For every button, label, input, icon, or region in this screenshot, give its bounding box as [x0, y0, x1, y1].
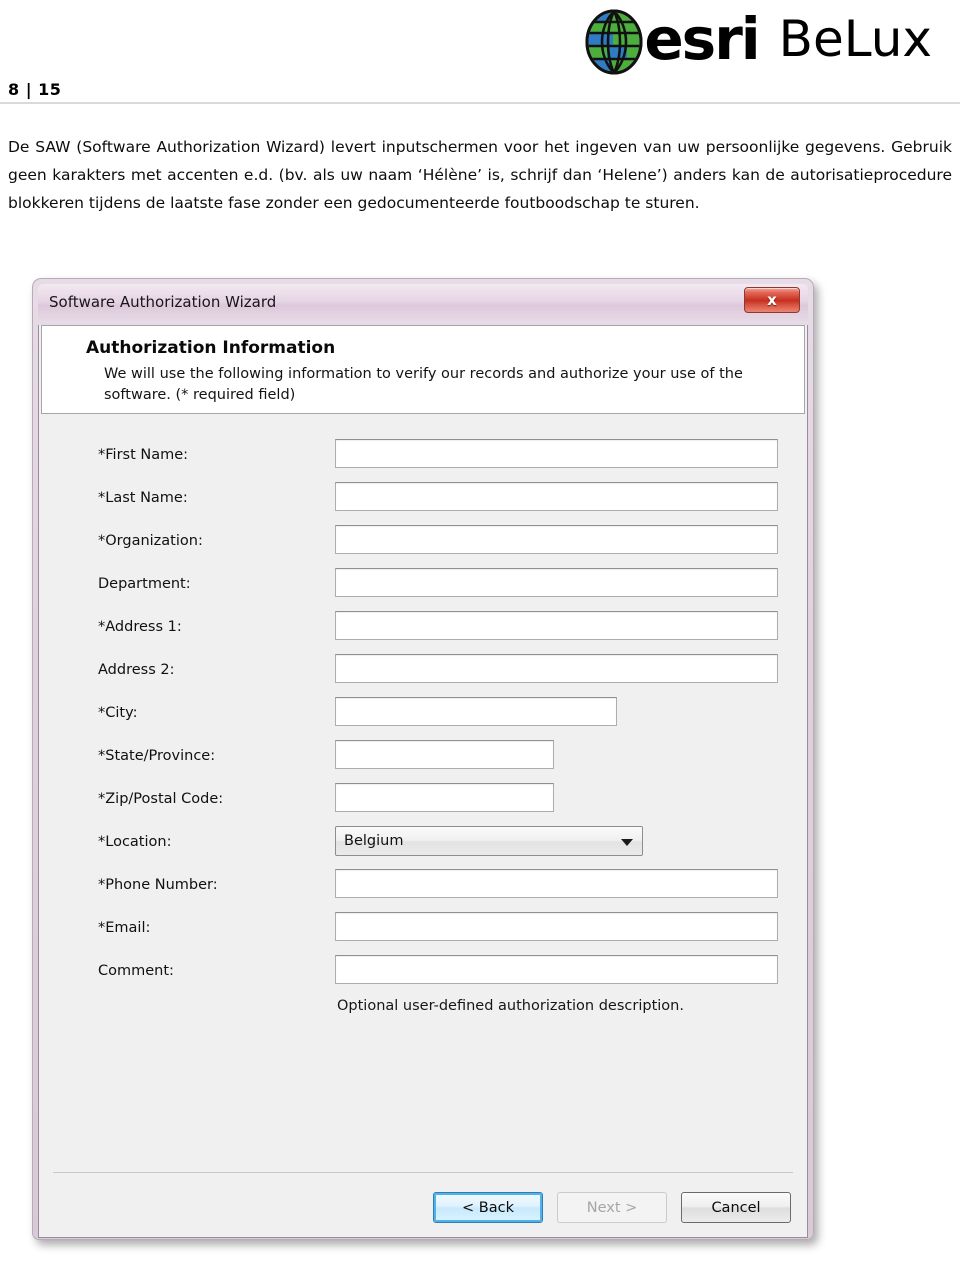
- field-label: *State/Province:: [98, 748, 216, 764]
- text-input[interactable]: [335, 869, 778, 898]
- form-row: *Address 1:: [39, 608, 807, 651]
- text-input[interactable]: [335, 611, 778, 640]
- field-label: *Location:: [98, 834, 172, 850]
- field-label: *Last Name:: [98, 490, 188, 506]
- intro-paragraph: De SAW (Software Authorization Wizard) l…: [8, 133, 952, 217]
- authorization-form: *First Name: *Last Name: *Organization: Dep…: [39, 414, 807, 1186]
- text-input[interactable]: [335, 697, 617, 726]
- cancel-button[interactable]: Cancel: [681, 1192, 791, 1223]
- footer-divider: [53, 1172, 793, 1173]
- chevron-down-icon: [621, 839, 633, 846]
- esri-wordmark: esri: [644, 5, 760, 73]
- field-label: Department:: [98, 576, 191, 592]
- form-row: *Last Name:: [39, 479, 807, 522]
- text-input[interactable]: [335, 912, 778, 941]
- paragraph-line: foutboodschap te sturen.: [504, 194, 700, 212]
- field-label: *City:: [98, 705, 138, 721]
- paragraph-line: De SAW (Software Authorization Wizard) l…: [8, 138, 800, 156]
- globe-icon: [585, 9, 643, 75]
- header-divider: [0, 102, 960, 104]
- esri-belux-logo: esri BeLux: [584, 2, 932, 76]
- back-button[interactable]: < Back: [433, 1192, 543, 1223]
- form-row: *Phone Number:: [39, 866, 807, 909]
- software-authorization-wizard-window: Software Authorization Wizard x Authoriz…: [32, 278, 814, 1240]
- field-label: Address 2:: [98, 662, 175, 678]
- belux-wordmark: BeLux: [778, 10, 932, 68]
- form-row: *Organization:: [39, 522, 807, 565]
- window-title: Software Authorization Wizard: [49, 293, 277, 311]
- window-titlebar[interactable]: Software Authorization Wizard x: [38, 284, 808, 323]
- text-input[interactable]: [335, 482, 778, 511]
- authorization-information-banner: Authorization Information We will use th…: [41, 325, 805, 414]
- dialog-client-area: Authorization Information We will use th…: [38, 325, 808, 1238]
- text-input[interactable]: [335, 568, 778, 597]
- form-row: *First Name:: [39, 436, 807, 479]
- text-input[interactable]: [335, 439, 778, 468]
- text-input[interactable]: [335, 525, 778, 554]
- text-input[interactable]: [335, 783, 554, 812]
- close-icon: x: [767, 291, 777, 309]
- text-input[interactable]: [335, 955, 778, 984]
- form-row: *Location: Belgium: [39, 823, 807, 866]
- next-button: Next >: [557, 1192, 667, 1223]
- field-label: *First Name:: [98, 447, 189, 463]
- form-row: Department:: [39, 565, 807, 608]
- comment-hint: Optional user-defined authorization desc…: [337, 998, 684, 1014]
- field-label: *Zip/Postal Code:: [98, 791, 224, 807]
- form-row: Address 2:: [39, 651, 807, 694]
- form-row: *Zip/Postal Code:: [39, 780, 807, 823]
- location-combobox[interactable]: Belgium: [335, 826, 643, 856]
- form-row: *Email:: [39, 909, 807, 952]
- dialog-button-bar: < Back Next > Cancel: [433, 1192, 791, 1223]
- field-label: *Organization:: [98, 533, 203, 549]
- location-combobox-value: Belgium: [344, 833, 404, 849]
- field-label: *Phone Number:: [98, 877, 218, 893]
- page-header: esri BeLux 8 | 15: [0, 0, 960, 104]
- text-input[interactable]: [335, 654, 778, 683]
- form-row: *State/Province:: [39, 737, 807, 780]
- field-label: Comment:: [98, 963, 174, 979]
- page-number: 8 | 15: [8, 80, 62, 99]
- banner-heading: Authorization Information: [86, 338, 336, 358]
- field-label: *Address 1:: [98, 619, 182, 635]
- text-input[interactable]: [335, 740, 554, 769]
- field-label: *Email:: [98, 920, 151, 936]
- banner-description: We will use the following information to…: [104, 366, 743, 403]
- form-row: Comment:: [39, 952, 807, 995]
- close-button[interactable]: x: [744, 287, 800, 313]
- form-row: *City:: [39, 694, 807, 737]
